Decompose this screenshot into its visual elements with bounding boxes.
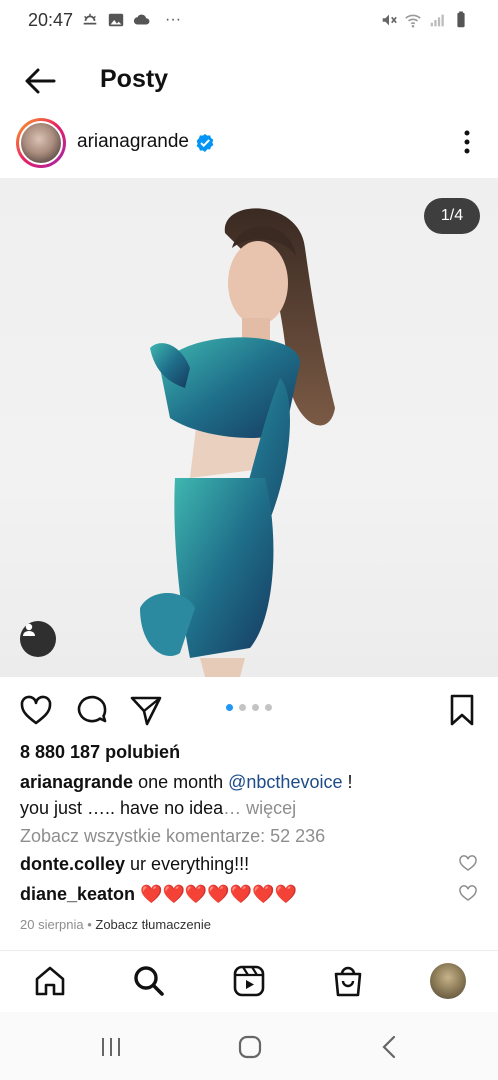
author-username[interactable]: arianagrande <box>77 131 189 153</box>
wifi-icon <box>405 14 421 28</box>
cloud-icon <box>133 14 150 25</box>
post-author-row: arianagrande <box>0 115 498 171</box>
tagged-people-button[interactable] <box>20 621 56 657</box>
caption-mention[interactable]: @nbcthevoice <box>228 772 342 792</box>
search-icon[interactable] <box>131 963 167 999</box>
comment-text: ❤️❤️❤️❤️❤️❤️❤️ <box>140 884 297 904</box>
author-avatar[interactable] <box>16 118 66 168</box>
status-more: ··· <box>165 11 182 28</box>
status-right <box>380 11 470 29</box>
status-bar: 20:47 ··· <box>0 0 498 40</box>
post-meta: 20 sierpnia • Zobacz tłumaczenie <box>20 917 211 932</box>
comment-username[interactable]: diane_keaton <box>20 884 135 904</box>
view-all-comments-link[interactable]: Zobacz wszystkie komentarze: 52 236 <box>20 826 325 847</box>
caption-line2: you just ….. have no idea <box>20 798 224 818</box>
status-time: 20:47 <box>28 9 74 30</box>
signal-icon <box>430 14 444 27</box>
meta-separator: • <box>83 917 96 932</box>
caption-text-after: ! <box>347 772 353 792</box>
comment-username[interactable]: donte.colley <box>20 854 125 874</box>
post-date: 20 sierpnia <box>20 917 84 932</box>
system-navigation-bar <box>0 1012 498 1080</box>
status-left: 20:47 ··· <box>28 10 181 31</box>
bottom-navigation <box>0 950 498 1012</box>
carousel-dot <box>265 704 272 711</box>
page-title: Posty <box>100 65 169 93</box>
header: Posty <box>0 55 498 107</box>
carousel-dot <box>239 704 246 711</box>
like-heart-icon[interactable] <box>18 692 54 728</box>
home-icon[interactable] <box>32 963 68 999</box>
see-translation-link[interactable]: Zobacz tłumaczenie <box>95 917 211 932</box>
post-photo-illustration <box>140 208 335 677</box>
battery-icon <box>457 11 465 28</box>
more-options-icon[interactable] <box>452 127 482 157</box>
share-send-icon[interactable] <box>128 692 164 728</box>
carousel-dot <box>226 704 233 711</box>
comment-like-heart-icon[interactable] <box>458 883 478 903</box>
home-button-icon[interactable] <box>235 1032 265 1062</box>
caption-more-link[interactable]: … więcej <box>223 798 296 818</box>
verified-badge-icon <box>196 134 214 152</box>
post-image[interactable]: 1/4 <box>0 178 498 677</box>
back-button-icon[interactable] <box>375 1032 405 1062</box>
arrow-left-icon[interactable] <box>22 63 58 99</box>
comment-like-heart-icon[interactable] <box>458 853 478 873</box>
comment-row: diane_keaton ❤️❤️❤️❤️❤️❤️❤️ <box>20 884 297 905</box>
comment-text: ur everything!!! <box>130 854 250 874</box>
carousel-dot <box>252 704 259 711</box>
carousel-indicator <box>226 704 272 711</box>
comment-icon[interactable] <box>74 692 110 728</box>
caption-username[interactable]: arianagrande <box>20 772 133 792</box>
post-actions <box>0 688 498 730</box>
weather-icon <box>83 13 97 25</box>
profile-avatar[interactable] <box>430 963 466 999</box>
mute-icon <box>382 14 397 26</box>
person-icon <box>23 623 35 636</box>
bookmark-icon[interactable] <box>444 692 480 728</box>
reels-icon[interactable] <box>231 963 267 999</box>
comment-row: donte.colley ur everything!!! <box>20 854 249 875</box>
likes-count[interactable]: 8 880 187 polubień <box>20 742 180 763</box>
recent-apps-icon[interactable] <box>96 1032 126 1062</box>
gallery-icon <box>108 13 124 27</box>
caption-text: one month <box>138 772 224 792</box>
image-counter: 1/4 <box>424 198 480 234</box>
post-caption: arianagrande one month @nbcthevoice ! yo… <box>20 769 480 821</box>
shop-icon[interactable] <box>330 963 366 999</box>
